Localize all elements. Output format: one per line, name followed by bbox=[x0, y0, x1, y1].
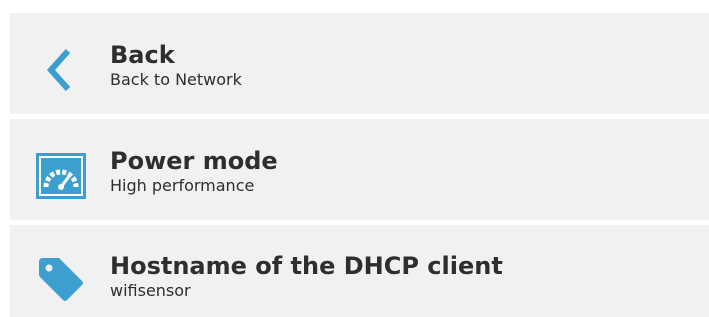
menu-item-title: Hostname of the DHCP client bbox=[110, 252, 503, 280]
menu-item-text: Power mode High performance bbox=[110, 147, 278, 197]
back-menu-item[interactable]: Back Back to Network bbox=[10, 13, 709, 114]
chevron-left-icon bbox=[36, 45, 86, 95]
menu-item-text: Back Back to Network bbox=[110, 41, 242, 91]
menu-item-subtitle: High performance bbox=[110, 176, 255, 195]
menu-item-title: Power mode bbox=[110, 147, 278, 175]
menu-item-subtitle: Back to Network bbox=[110, 70, 242, 89]
gauge-icon bbox=[36, 151, 86, 201]
menu-item-text: Hostname of the DHCP client wifisensor bbox=[110, 252, 503, 302]
power-mode-menu-item[interactable]: Power mode High performance bbox=[10, 119, 709, 220]
hostname-menu-item[interactable]: Hostname of the DHCP client wifisensor bbox=[10, 225, 709, 317]
menu-item-subtitle: wifisensor bbox=[110, 281, 191, 300]
settings-menu: Back Back to Network Power mode High per… bbox=[0, 0, 709, 317]
menu-item-title: Back bbox=[110, 41, 175, 69]
tag-icon bbox=[36, 253, 86, 303]
